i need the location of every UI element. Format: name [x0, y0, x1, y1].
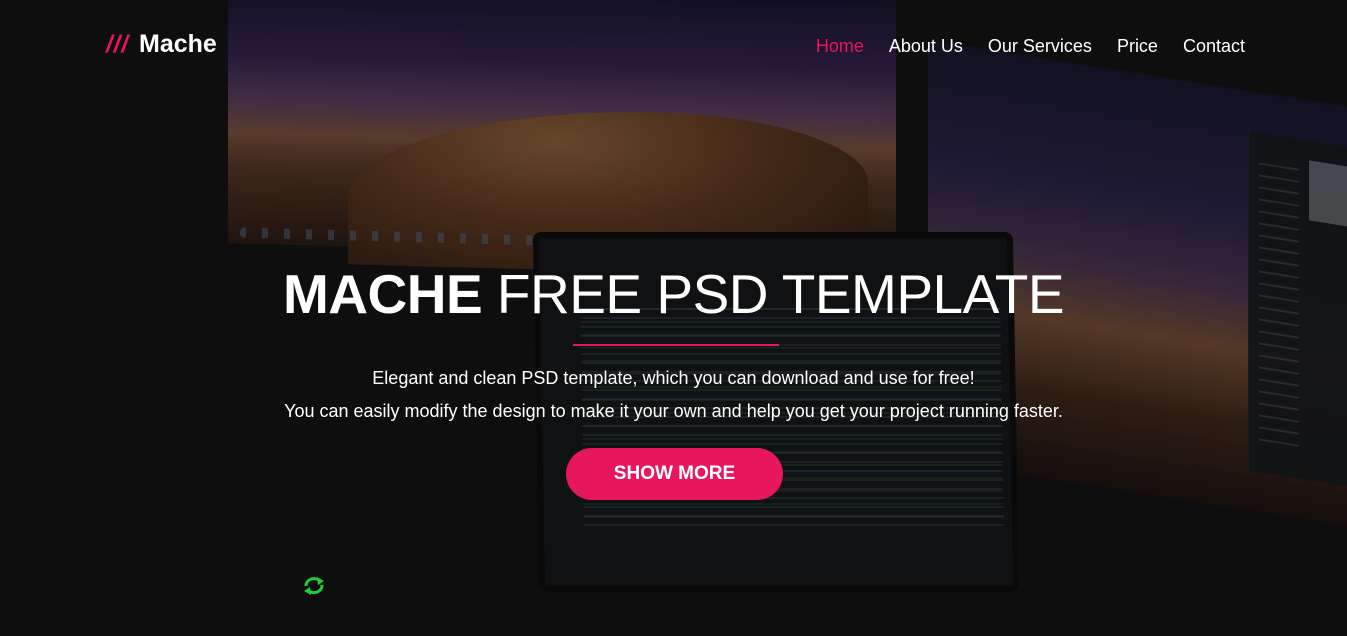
hero-title-strong: MACHE [282, 263, 483, 325]
logo-slashes: /// [106, 30, 130, 58]
nav-about-us[interactable]: About Us [889, 36, 963, 57]
nav-our-services[interactable]: Our Services [988, 36, 1092, 57]
hero-title-light: FREE PSD TEMPLATE [496, 263, 1065, 325]
nav-price[interactable]: Price [1117, 36, 1158, 57]
hero-title: MACHE FREE PSD TEMPLATE [0, 264, 1347, 324]
logo[interactable]: /// Mache [106, 30, 217, 59]
nav-contact[interactable]: Contact [1183, 36, 1245, 57]
hero-description-line-2: You can easily modify the design to make… [284, 401, 1063, 421]
site-header: /// Mache Home About Us Our Services Pri… [0, 0, 1347, 95]
hero-description-line-1: Elegant and clean PSD template, which yo… [372, 368, 975, 388]
logo-name: Mache [139, 30, 217, 58]
show-more-button[interactable]: SHOW MORE [566, 448, 783, 500]
refresh-arrows-icon[interactable] [302, 574, 326, 596]
nav-home[interactable]: Home [816, 36, 864, 57]
title-underline [573, 344, 779, 346]
main-nav: Home About Us Our Services Price Contact [816, 36, 1245, 57]
